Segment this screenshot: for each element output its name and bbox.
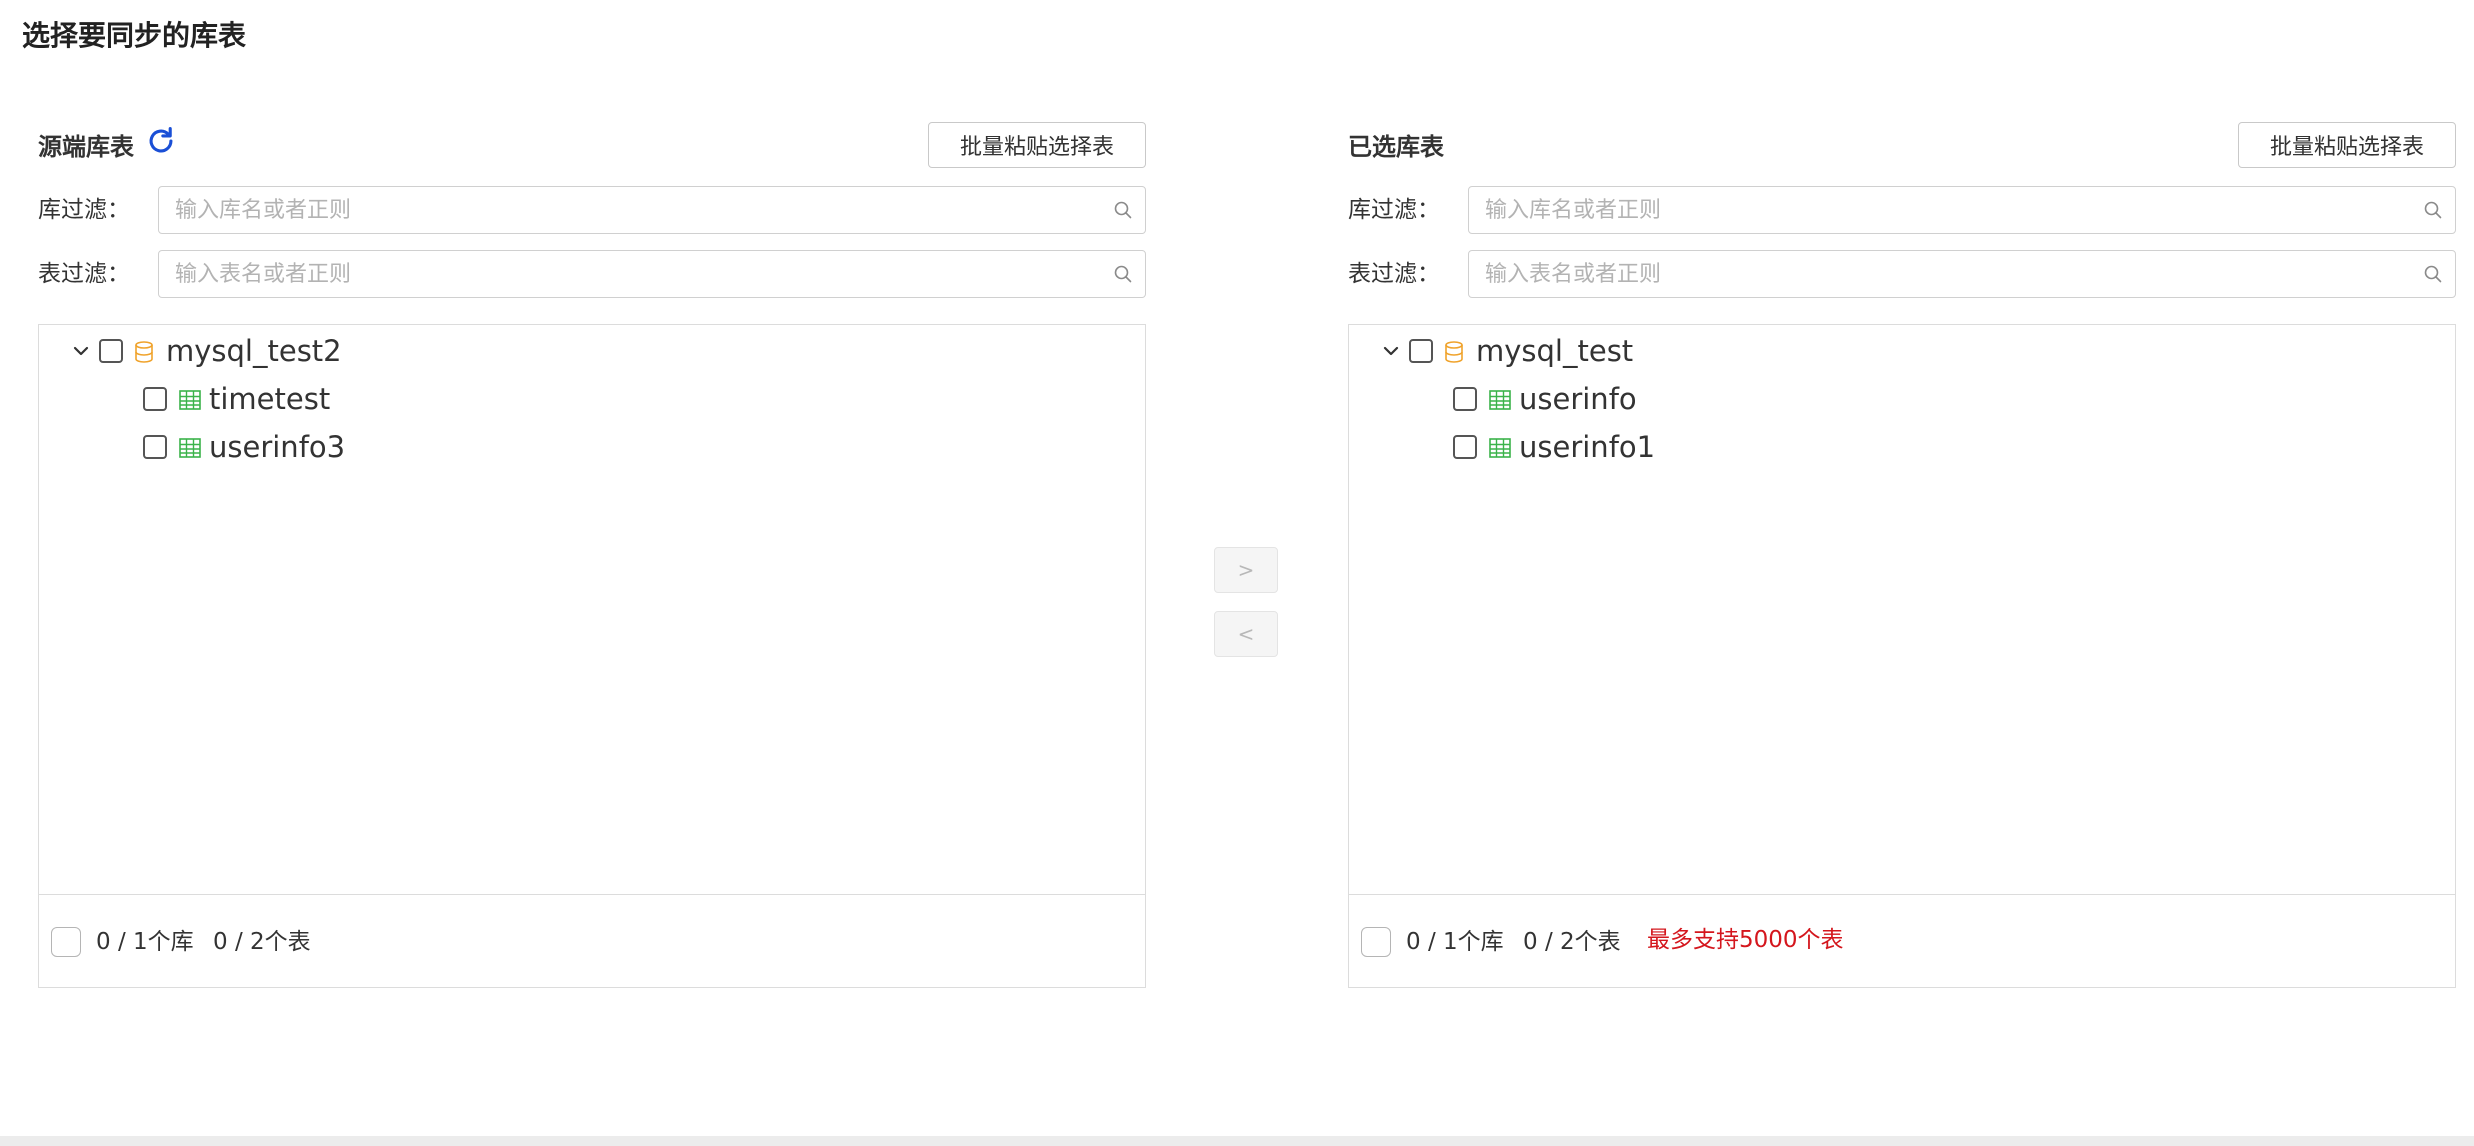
- selected-select-all-checkbox[interactable]: [1361, 927, 1391, 957]
- database-checkbox[interactable]: [99, 339, 123, 363]
- selected-paste-button[interactable]: 批量粘贴选择表: [2238, 122, 2456, 168]
- chevron-down-icon[interactable]: [1381, 341, 1401, 361]
- table-icon: [179, 390, 201, 410]
- selected-panel-title: 已选库表: [1348, 133, 1444, 161]
- database-name: mysql_test: [1476, 334, 1634, 368]
- database-name: mysql_test2: [166, 334, 342, 368]
- source-db-filter-label: 库过滤：: [38, 197, 130, 223]
- search-icon[interactable]: [1113, 264, 1133, 284]
- source-panel-header: 源端库表 批量粘贴选择表: [38, 122, 1146, 172]
- selected-table-filter-label: 表过滤：: [1348, 261, 1440, 287]
- selected-db-count: 0 / 1个库: [1406, 929, 1504, 955]
- source-paste-button[interactable]: 批量粘贴选择表: [928, 122, 1146, 168]
- source-db-count: 0 / 1个库: [96, 929, 194, 955]
- source-table-count: 0 / 2个表: [213, 929, 311, 955]
- database-icon: [1445, 341, 1463, 363]
- selected-tree-footer: 0 / 1个库 0 / 2个表 最多支持5000个表: [1349, 894, 2455, 987]
- table-name: userinfo3: [209, 430, 346, 464]
- source-db-filter-row: 库过滤：: [38, 186, 1146, 234]
- page-title: 选择要同步的库表: [22, 19, 247, 52]
- selected-panel-header: 已选库表 批量粘贴选择表: [1348, 122, 2456, 172]
- table-checkbox[interactable]: [1453, 387, 1477, 411]
- tree-node-database[interactable]: mysql_test2: [39, 331, 1145, 371]
- chevron-down-icon[interactable]: [71, 341, 91, 361]
- source-db-filter-input[interactable]: [175, 187, 1099, 233]
- refresh-icon[interactable]: [144, 124, 178, 158]
- source-tree-box: mysql_test2 timetest userinfo3 0 / 1个库 0…: [38, 324, 1146, 988]
- source-db-filter-box: [158, 186, 1146, 234]
- selected-table-filter-box: [1468, 250, 2456, 298]
- tree-node-table[interactable]: userinfo: [1349, 379, 2455, 419]
- selected-db-filter-row: 库过滤：: [1348, 186, 2456, 234]
- selected-db-filter-label: 库过滤：: [1348, 197, 1440, 223]
- selected-tree[interactable]: mysql_test userinfo userinfo1: [1349, 325, 2455, 896]
- table-checkbox[interactable]: [143, 435, 167, 459]
- tree-node-table[interactable]: userinfo1: [1349, 427, 2455, 467]
- database-icon: [135, 341, 153, 363]
- source-table-filter-row: 表过滤：: [38, 250, 1146, 298]
- table-limit-warning: 最多支持5000个表: [1647, 927, 1844, 953]
- search-icon[interactable]: [2423, 264, 2443, 284]
- selected-table-filter-row: 表过滤：: [1348, 250, 2456, 298]
- source-tree-footer: 0 / 1个库 0 / 2个表: [39, 894, 1145, 987]
- table-icon: [1489, 438, 1511, 458]
- move-left-button[interactable]: <: [1214, 611, 1278, 657]
- selected-table-count: 0 / 2个表: [1523, 929, 1621, 955]
- horizontal-scrollbar[interactable]: [0, 1136, 2474, 1146]
- search-icon[interactable]: [2423, 200, 2443, 220]
- selected-db-filter-box: [1468, 186, 2456, 234]
- source-panel-title: 源端库表: [38, 133, 134, 161]
- selected-db-filter-input[interactable]: [1485, 187, 2409, 233]
- selected-panel: 已选库表 批量粘贴选择表 库过滤： 表过滤：: [1348, 122, 2456, 988]
- source-panel: 源端库表 批量粘贴选择表 库过滤： 表过滤：: [38, 122, 1146, 988]
- table-icon: [179, 438, 201, 458]
- table-name: userinfo: [1519, 382, 1637, 416]
- table-checkbox[interactable]: [143, 387, 167, 411]
- move-right-button[interactable]: >: [1214, 547, 1278, 593]
- source-select-all-checkbox[interactable]: [51, 927, 81, 957]
- source-tree[interactable]: mysql_test2 timetest userinfo3: [39, 325, 1145, 896]
- table-name: timetest: [209, 382, 331, 416]
- tree-node-database[interactable]: mysql_test: [1349, 331, 2455, 371]
- search-icon[interactable]: [1113, 200, 1133, 220]
- selected-table-filter-input[interactable]: [1485, 251, 2409, 297]
- source-table-filter-label: 表过滤：: [38, 261, 130, 287]
- table-checkbox[interactable]: [1453, 435, 1477, 459]
- table-name: userinfo1: [1519, 430, 1656, 464]
- database-checkbox[interactable]: [1409, 339, 1433, 363]
- selected-tree-box: mysql_test userinfo userinfo1 0 / 1个库 0 …: [1348, 324, 2456, 988]
- tree-node-table[interactable]: timetest: [39, 379, 1145, 419]
- source-table-filter-box: [158, 250, 1146, 298]
- source-table-filter-input[interactable]: [175, 251, 1099, 297]
- table-icon: [1489, 390, 1511, 410]
- tree-node-table[interactable]: userinfo3: [39, 427, 1145, 467]
